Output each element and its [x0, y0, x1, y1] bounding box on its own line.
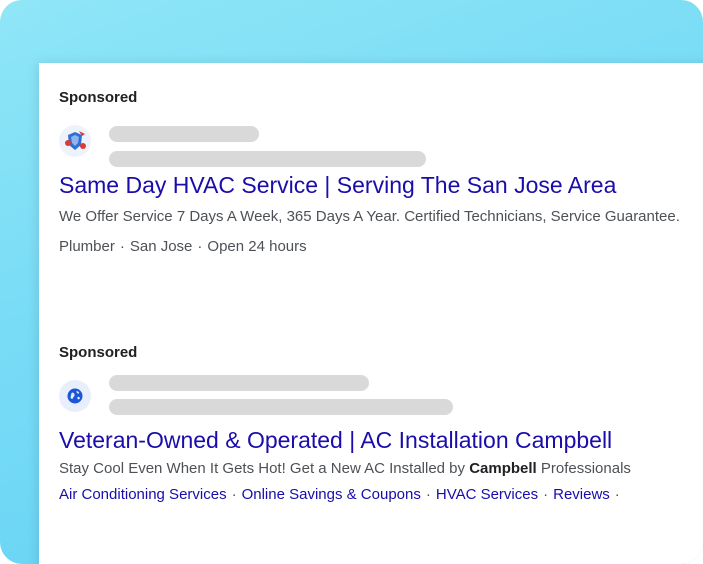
search-results-card: Sponsored Same Day HVAC Service | Servin…: [39, 63, 703, 564]
ad-sitelinks: Air Conditioning Services · Online Savings…: [59, 483, 703, 507]
sponsored-label: Sponsored: [59, 344, 138, 361]
ad-description: Stay Cool Even When It Gets Hot! Get a N…: [59, 457, 703, 481]
sitelink-air-conditioning-services[interactable]: Air Conditioning Services: [59, 486, 227, 503]
sitelink-online-savings-coupons[interactable]: Online Savings & Coupons: [242, 486, 421, 503]
advertiser-url-placeholder: [109, 151, 426, 167]
sponsored-ad: Sponsored Veteran-Owned & Operated | AC …: [59, 343, 703, 507]
hvac-logo-icon: [59, 125, 91, 157]
description-highlight: Campbell: [469, 460, 537, 477]
advertiser-header[interactable]: [59, 371, 703, 423]
advertiser-header[interactable]: [59, 116, 703, 168]
sponsored-ad: Sponsored Same Day HVAC Service | Servin…: [59, 88, 703, 258]
description-text: Stay Cool Even When It Gets Hot! Get a N…: [59, 460, 470, 477]
globe-icon: [59, 380, 91, 412]
ad-description: We Offer Service 7 Days A Week, 365 Days…: [59, 208, 680, 225]
sitelink-hvac-services[interactable]: HVAC Services: [436, 486, 538, 503]
sitelink-reviews[interactable]: Reviews: [553, 486, 610, 503]
advertiser-name-placeholder: [109, 375, 369, 391]
business-category: Plumber: [59, 238, 115, 255]
business-location: San Jose: [129, 238, 193, 255]
business-hours: Open 24 hours: [207, 238, 307, 255]
sitelink-separator: ·: [543, 486, 549, 503]
ad-title-link[interactable]: Same Day HVAC Service | Serving The San …: [59, 170, 703, 200]
meta-separator: ·: [197, 238, 203, 255]
ad-title-link[interactable]: Veteran-Owned & Operated | AC Installati…: [59, 425, 703, 455]
ad-business-info: Plumber · San Jose · Open 24 hours: [59, 236, 703, 258]
description-text-end: Professionals: [536, 460, 631, 477]
screenshot-frame: Sponsored Same Day HVAC Service | Servin…: [0, 0, 703, 564]
advertiser-url-placeholder: [109, 399, 453, 415]
sitelink-separator: ·: [614, 486, 620, 503]
sitelink-separator: ·: [425, 486, 431, 503]
meta-separator: ·: [119, 238, 125, 255]
advertiser-name-placeholder: [109, 126, 259, 142]
sponsored-label: Sponsored: [59, 89, 138, 106]
sitelink-separator: ·: [231, 486, 237, 503]
